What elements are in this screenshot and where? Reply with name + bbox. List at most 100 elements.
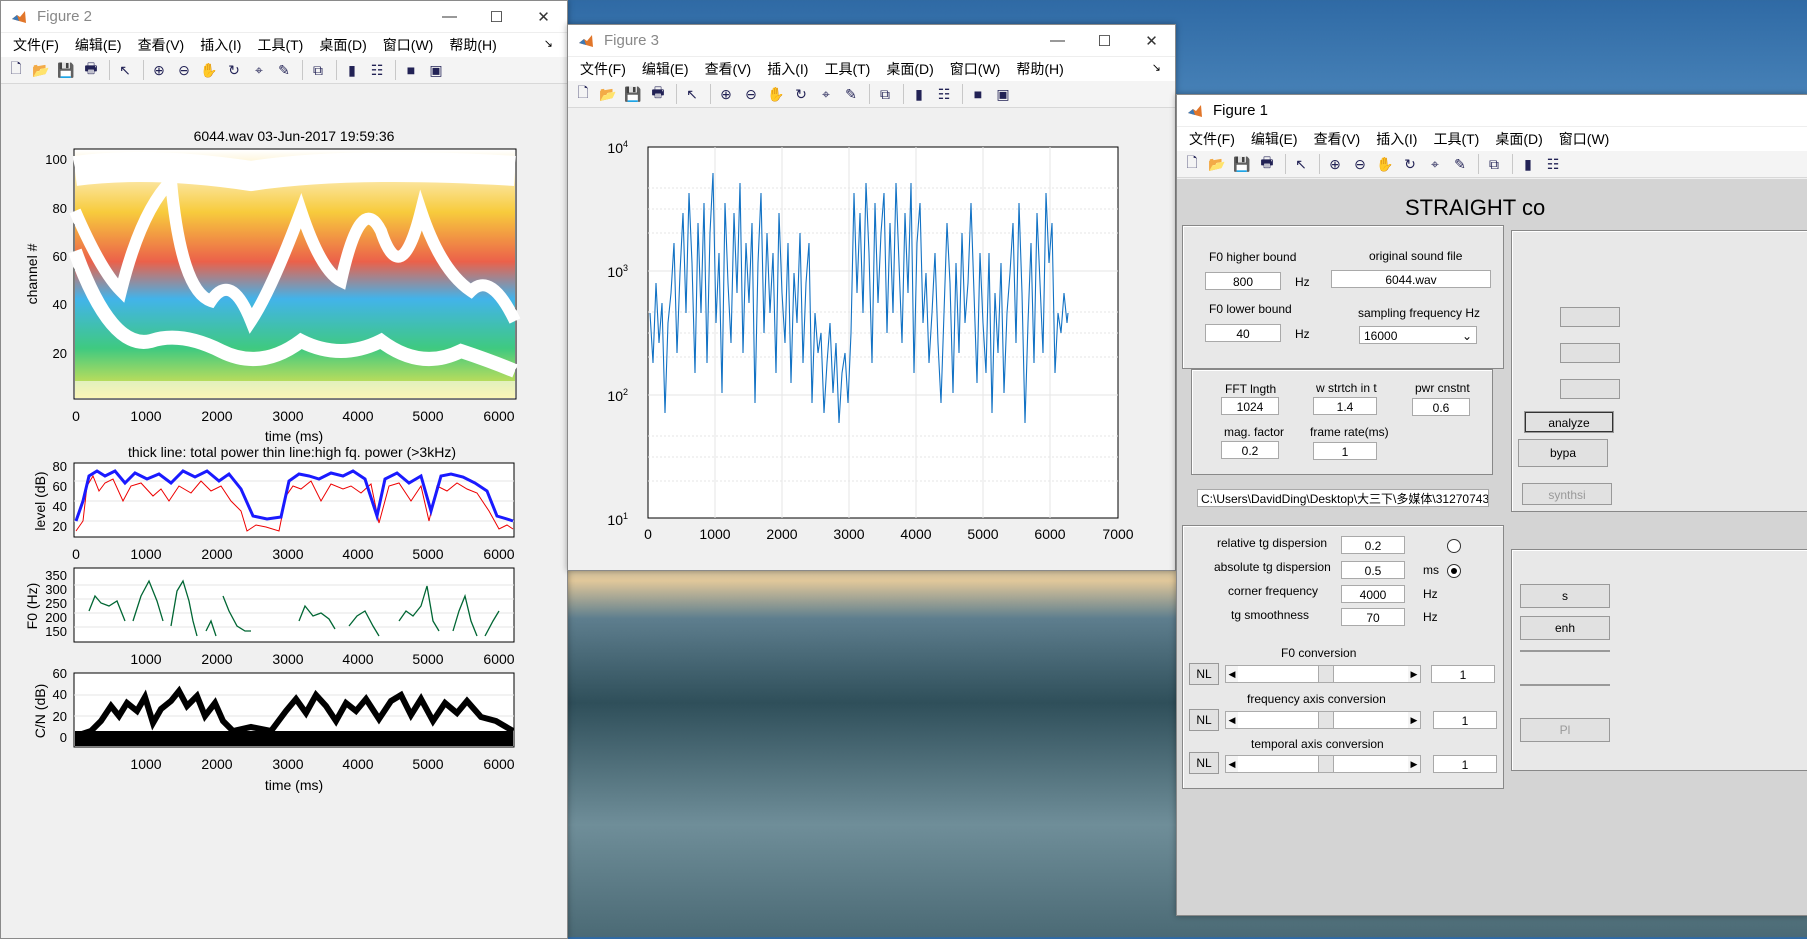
link-plot-icon[interactable]: ⧉ <box>1483 153 1505 175</box>
data-cursor-icon[interactable]: ⌖ <box>248 59 270 81</box>
menu-edit[interactable]: 编辑(E) <box>634 59 697 79</box>
new-figure-icon[interactable]: 🗋 <box>1181 153 1203 175</box>
pan-icon[interactable]: ✋ <box>765 83 787 105</box>
disabled-button-2[interactable] <box>1520 684 1610 686</box>
menu-insert[interactable]: 插入(I) <box>1368 129 1425 149</box>
absolute-dispersion-field[interactable]: 0.5 <box>1341 561 1405 579</box>
link-plot-icon[interactable]: ⧉ <box>307 59 329 81</box>
menu-window[interactable]: 窗口(W) <box>942 59 1009 79</box>
menu-tools[interactable]: 工具(T) <box>249 35 311 55</box>
menu-help[interactable]: 帮助(H) <box>441 35 504 55</box>
menu-window[interactable]: 窗口(W) <box>375 35 442 55</box>
relative-dispersion-radio[interactable] <box>1447 539 1461 553</box>
save-icon[interactable]: 💾 <box>622 83 644 105</box>
menu-view[interactable]: 查看(V) <box>1306 129 1369 149</box>
maximize-icon[interactable]: ☐ <box>473 1 520 32</box>
zoom-in-icon[interactable]: ⊕ <box>1324 153 1346 175</box>
zoom-in-icon[interactable]: ⊕ <box>715 83 737 105</box>
temporal-conversion-slider[interactable]: ◀ ▶ <box>1225 755 1421 773</box>
print-icon[interactable]: 🖶 <box>80 59 102 81</box>
f0-low-field[interactable]: 40 <box>1205 324 1281 342</box>
s-button[interactable]: s <box>1520 584 1610 608</box>
zoom-in-icon[interactable]: ⊕ <box>148 59 170 81</box>
fft-field[interactable]: 1024 <box>1221 397 1279 415</box>
menu-file[interactable]: 文件(F) <box>572 59 634 79</box>
frame-rate-field[interactable]: 1 <box>1313 442 1377 460</box>
corner-frequency-field[interactable]: 4000 <box>1341 585 1405 603</box>
show-plot-tools-icon[interactable]: ▣ <box>425 59 447 81</box>
menu-help[interactable]: 帮助(H) <box>1008 59 1071 79</box>
power-constant-field[interactable]: 0.6 <box>1412 398 1470 416</box>
pan-icon[interactable]: ✋ <box>198 59 220 81</box>
save-icon[interactable]: 💾 <box>55 59 77 81</box>
close-icon[interactable]: ✕ <box>520 1 567 32</box>
zoom-out-icon[interactable]: ⊖ <box>1349 153 1371 175</box>
menu-view[interactable]: 查看(V) <box>130 35 193 55</box>
pointer-icon[interactable]: ↖ <box>114 59 136 81</box>
frequency-conversion-field[interactable]: 1 <box>1433 711 1497 729</box>
bypass-button[interactable]: bypa <box>1518 439 1608 467</box>
rotate-icon[interactable]: ↻ <box>790 83 812 105</box>
legend-icon[interactable]: ☷ <box>1542 153 1564 175</box>
legend-icon[interactable]: ☷ <box>933 83 955 105</box>
new-figure-icon[interactable]: 🗋 <box>5 59 27 81</box>
colorbar-icon[interactable]: ▮ <box>908 83 930 105</box>
menu-window[interactable]: 窗口(W) <box>1551 129 1618 149</box>
f0-conversion-field[interactable]: 1 <box>1431 665 1495 683</box>
menu-edit[interactable]: 编辑(E) <box>1243 129 1306 149</box>
zoom-out-icon[interactable]: ⊖ <box>740 83 762 105</box>
path-field[interactable]: C:\Users\DavidDing\Desktop\大三下\多媒体\31270… <box>1197 489 1489 507</box>
print-icon[interactable]: 🖶 <box>647 83 669 105</box>
menu-desktop[interactable]: 桌面(D) <box>1487 129 1550 149</box>
print-icon[interactable]: 🖶 <box>1256 153 1278 175</box>
pointer-icon[interactable]: ↖ <box>1290 153 1312 175</box>
open-icon[interactable]: 📂 <box>30 59 52 81</box>
f0-conversion-slider[interactable]: ◀ ▶ <box>1225 665 1421 683</box>
hidden-button-1[interactable] <box>1560 307 1620 327</box>
menu-view[interactable]: 查看(V) <box>697 59 760 79</box>
pointer-icon[interactable]: ↖ <box>681 83 703 105</box>
enhance-button[interactable]: enh <box>1520 616 1610 640</box>
data-cursor-icon[interactable]: ⌖ <box>815 83 837 105</box>
menu-file[interactable]: 文件(F) <box>5 35 67 55</box>
sampling-frequency-select[interactable]: 16000 ⌄ <box>1359 326 1477 344</box>
mag-factor-field[interactable]: 0.2 <box>1221 441 1279 459</box>
minimize-icon[interactable]: — <box>1034 25 1081 56</box>
analyze-button[interactable]: analyze <box>1524 411 1614 433</box>
menu-tools[interactable]: 工具(T) <box>816 59 878 79</box>
frequency-conversion-slider[interactable]: ◀ ▶ <box>1225 711 1421 729</box>
brush-icon[interactable]: ✎ <box>1449 153 1471 175</box>
figure-3-titlebar[interactable]: Figure 3 — ☐ ✕ <box>568 25 1175 57</box>
open-icon[interactable]: 📂 <box>597 83 619 105</box>
hide-plot-tools-icon[interactable]: ■ <box>967 83 989 105</box>
menu-edit[interactable]: 编辑(E) <box>67 35 130 55</box>
relative-dispersion-field[interactable]: 0.2 <box>1341 536 1405 554</box>
menu-desktop[interactable]: 桌面(D) <box>311 35 374 55</box>
close-icon[interactable]: ✕ <box>1128 25 1175 56</box>
original-file-field[interactable]: 6044.wav <box>1331 270 1491 288</box>
f0-high-field[interactable]: 800 <box>1205 272 1281 290</box>
data-cursor-icon[interactable]: ⌖ <box>1424 153 1446 175</box>
maximize-icon[interactable]: ☐ <box>1081 25 1128 56</box>
pan-icon[interactable]: ✋ <box>1374 153 1396 175</box>
menu-file[interactable]: 文件(F) <box>1181 129 1243 149</box>
synthesize-button[interactable]: synthsi <box>1522 483 1612 505</box>
brush-icon[interactable]: ✎ <box>273 59 295 81</box>
frequency-nl-button[interactable]: NL <box>1189 709 1219 731</box>
menu-insert[interactable]: 插入(I) <box>192 35 249 55</box>
hidden-button-3[interactable] <box>1560 379 1620 399</box>
new-figure-icon[interactable]: 🗋 <box>572 83 594 105</box>
temporal-conversion-field[interactable]: 1 <box>1433 755 1497 773</box>
f0-nl-button[interactable]: NL <box>1189 663 1219 685</box>
play-button[interactable]: Pl <box>1520 718 1610 742</box>
save-icon[interactable]: 💾 <box>1231 153 1253 175</box>
legend-icon[interactable]: ☷ <box>366 59 388 81</box>
open-icon[interactable]: 📂 <box>1206 153 1228 175</box>
brush-icon[interactable]: ✎ <box>840 83 862 105</box>
temporal-nl-button[interactable]: NL <box>1189 752 1219 774</box>
hidden-button-2[interactable] <box>1560 343 1620 363</box>
absolute-dispersion-radio[interactable] <box>1447 564 1461 578</box>
disabled-button-1[interactable] <box>1520 650 1610 652</box>
figure-1-titlebar[interactable]: Figure 1 <box>1177 95 1807 127</box>
tg-smoothness-field[interactable]: 70 <box>1341 608 1405 626</box>
